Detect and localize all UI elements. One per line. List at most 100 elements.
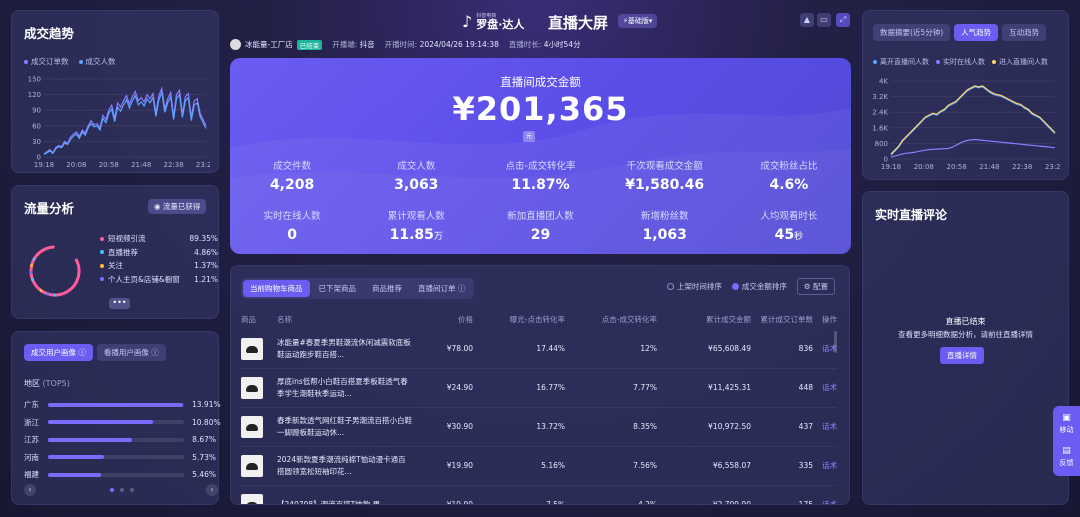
live-detail-button[interactable]: 直播详情 [940, 347, 984, 364]
flow-item[interactable]: 直播推荐 4.86% [100, 246, 218, 260]
flow-dot-icon [100, 277, 104, 282]
gmv-unit: 元 [523, 131, 535, 142]
flow-more-button[interactable]: ••• [109, 298, 130, 309]
flow-dot-icon [100, 250, 104, 255]
portrait-panel: 成交用户画像 ⓘ 看播用户画像 ⓘ 地区 (TOP5) 广东 13.91% 浙江 10… [11, 331, 221, 505]
flow-dot-icon [100, 236, 104, 241]
table-row[interactable]: 【240798】潮流百搭T恤款 男 ¥19.90 7.5% 4.2% ¥2,70… [241, 486, 837, 504]
x-tick-label: 20:08 [914, 163, 934, 171]
fullscreen-icon[interactable]: ⤢ [836, 13, 850, 27]
stat-item: 成交件数 4,208 [269, 161, 315, 193]
script-link[interactable]: 话术 [813, 421, 837, 432]
column-header: 商品 [241, 315, 256, 324]
product-thumbnail [241, 493, 263, 504]
product-thumbnail [241, 454, 263, 477]
popularity-tabs: 数据摘要(近5分钟) 人气趋势 互动趋势 [873, 24, 1047, 41]
region-row: 河南 5.73% [24, 452, 216, 462]
region-row: 福建 5.46% [24, 470, 216, 480]
stat-item: 点击-成交转化率 11.87% [505, 161, 576, 193]
config-button[interactable]: ⚙ 配置 [796, 278, 835, 295]
bell-icon[interactable]: ▲ [800, 13, 814, 27]
feedback-button[interactable]: ▤ 反馈 [1053, 446, 1080, 468]
ring-dot [32, 257, 36, 261]
x-tick-label: 19:18 [34, 161, 54, 169]
trend-chart: 150120906030019:18 20:08 20:58 21:48 22:38 23… [28, 76, 210, 170]
tab-product-0[interactable]: 当前购物车商品 [243, 280, 310, 297]
prev-arrow-icon[interactable]: ‹ [24, 484, 36, 496]
sort-by-gmv[interactable]: 成交金额排序 [731, 281, 787, 292]
x-tick-label: 21:48 [979, 163, 999, 171]
column-header: 价格 [458, 315, 473, 324]
x-tick-label: 20:58 [947, 163, 967, 171]
legend-buyers[interactable]: 成交人数 [78, 56, 116, 67]
flow-item[interactable]: 关注 1.37% [100, 259, 218, 273]
tab-interaction-trend[interactable]: 互动趋势 [1002, 24, 1047, 41]
stat-item: 新增粉丝数 1,063 [640, 211, 689, 243]
y-tick-label: 1.6K [872, 124, 888, 132]
sort-options: 上架时间排序 成交金额排序 ⚙ 配置 [666, 278, 835, 295]
trend-title: 成交趋势 [24, 26, 75, 41]
y-tick-label: 120 [28, 91, 41, 99]
sort-by-time[interactable]: 上架时间排序 [666, 281, 722, 292]
popularity-chart: 4K3.2K2.4K1.6K800019:18 20:08 20:58 21:48 22… [872, 78, 1061, 172]
region-bar [48, 437, 133, 442]
x-tick-label: 23:28 [1045, 163, 1061, 171]
region-bar [48, 455, 104, 460]
ring-dot [30, 264, 34, 268]
y-tick-label: 2.4K [872, 109, 888, 117]
y-tick-label: 150 [28, 76, 41, 84]
y-tick-label: 90 [32, 107, 41, 115]
trend-panel: 成交趋势 成交订单数 成交人数 150 120 90 60 30 0 19:18 20:08 2… [11, 10, 219, 173]
x-tick-label: 20:58 [99, 161, 119, 169]
flow-gained-button[interactable]: ◉ 流量已获得 [148, 199, 207, 214]
status-badge: 已结束 [296, 39, 323, 50]
product-name: 厚底ins低帮小白鞋百搭夏季板鞋透气春季学生潮鞋秋季运动... [277, 376, 408, 398]
product-name: 冰能量#春夏季男鞋潮流休闲减震软底板鞋运动跑步鞋百搭... [277, 337, 411, 359]
next-arrow-icon[interactable]: › [206, 484, 218, 496]
move-button[interactable]: ▣ 移动 [1053, 413, 1080, 435]
table-row[interactable]: 冰能量#春夏季男鞋潮流休闲减震软底板鞋运动跑步鞋百搭... ¥78.00 17.… [241, 330, 837, 367]
legend-leave[interactable]: 离开直播间人数 [873, 57, 929, 67]
y-tick-label: 30 [32, 138, 41, 146]
tab-product-1[interactable]: 已下架商品 [312, 280, 364, 297]
shop-name[interactable]: 冰能量-工厂店 [245, 39, 293, 50]
script-link[interactable]: 话术 [813, 382, 837, 393]
table-row[interactable]: 2024新款夏季潮流纯棉T恤动漫卡通百搭圆领宽松短袖印花... ¥19.90 5… [241, 447, 837, 484]
table-header: 商品 名称 价格 曝光-点击转化率 点击-成交转化率 累计成交金额 累计成交订单数 操作 [241, 314, 837, 325]
legend-enter[interactable]: 进入直播间人数 [992, 57, 1048, 67]
monitor-icon[interactable]: ▭ [817, 13, 831, 27]
legend-orders[interactable]: 成交订单数 [24, 56, 69, 67]
float-toolbar: ▣ 移动 ▤ 反馈 [1053, 406, 1080, 476]
stat-item: 成交人数 3,063 [394, 161, 439, 193]
tab-viewer-portrait[interactable]: 看播用户画像 ⓘ [96, 344, 166, 361]
script-link[interactable]: 话术 [813, 460, 837, 471]
region-row: 江苏 8.67% [24, 435, 216, 445]
header: ♪ 抖音电商 罗盘·达人 直播大屏 ⚡基础版▾ ▲ ▭ ⤢ 冰能量-工厂店 已结束 … [230, 8, 850, 56]
stat-item: 实时在线人数 0 [263, 211, 321, 243]
legend-online[interactable]: 实时在线人数 [936, 57, 985, 67]
flow-title: 流量分析 [24, 201, 75, 216]
tab-data-summary[interactable]: 数据摘要(近5分钟) [873, 24, 951, 41]
tab-product-3[interactable]: 直播间订单 ⓘ [411, 280, 472, 297]
ring-dot [53, 293, 57, 297]
table-row[interactable]: 厚底ins低帮小白鞋百搭夏季板鞋透气春季学生潮鞋秋季运动... ¥24.90 1… [241, 369, 837, 406]
flow-item[interactable]: 短视频引流 89.35% [100, 232, 218, 246]
table-row[interactable]: 春季新款透气网红鞋子男潮流百搭小白鞋一脚蹬板鞋运动休... ¥30.90 13.… [241, 408, 837, 445]
tab-popularity-trend[interactable]: 人气趋势 [954, 24, 999, 41]
column-header: 点击-成交转化率 [601, 315, 657, 324]
feedback-icon: ▤ [1062, 446, 1071, 456]
flow-item[interactable]: 个人主页&店铺&橱窗 1.21% [100, 273, 218, 287]
pager-dots[interactable] [110, 488, 134, 492]
script-link[interactable]: 话术 [813, 499, 837, 504]
region-row: 浙江 10.80% [24, 417, 221, 427]
ring-dot [29, 271, 33, 275]
ring-dot [39, 289, 43, 293]
x-tick-label: 20:08 [66, 161, 86, 169]
flow-ring-chart [29, 245, 81, 297]
region-bar [48, 472, 102, 477]
version-dropdown[interactable]: ⚡基础版▾ [618, 14, 658, 28]
tab-buyer-portrait[interactable]: 成交用户画像 ⓘ [24, 344, 93, 361]
table-scrollbar[interactable] [834, 331, 837, 353]
tab-product-2[interactable]: 商品推荐 [365, 280, 409, 297]
stats-row-1: 成交件数 4,208 成交人数 3,063 点击-成交转化率 11.87% 千次观看成交金额… [230, 158, 851, 193]
